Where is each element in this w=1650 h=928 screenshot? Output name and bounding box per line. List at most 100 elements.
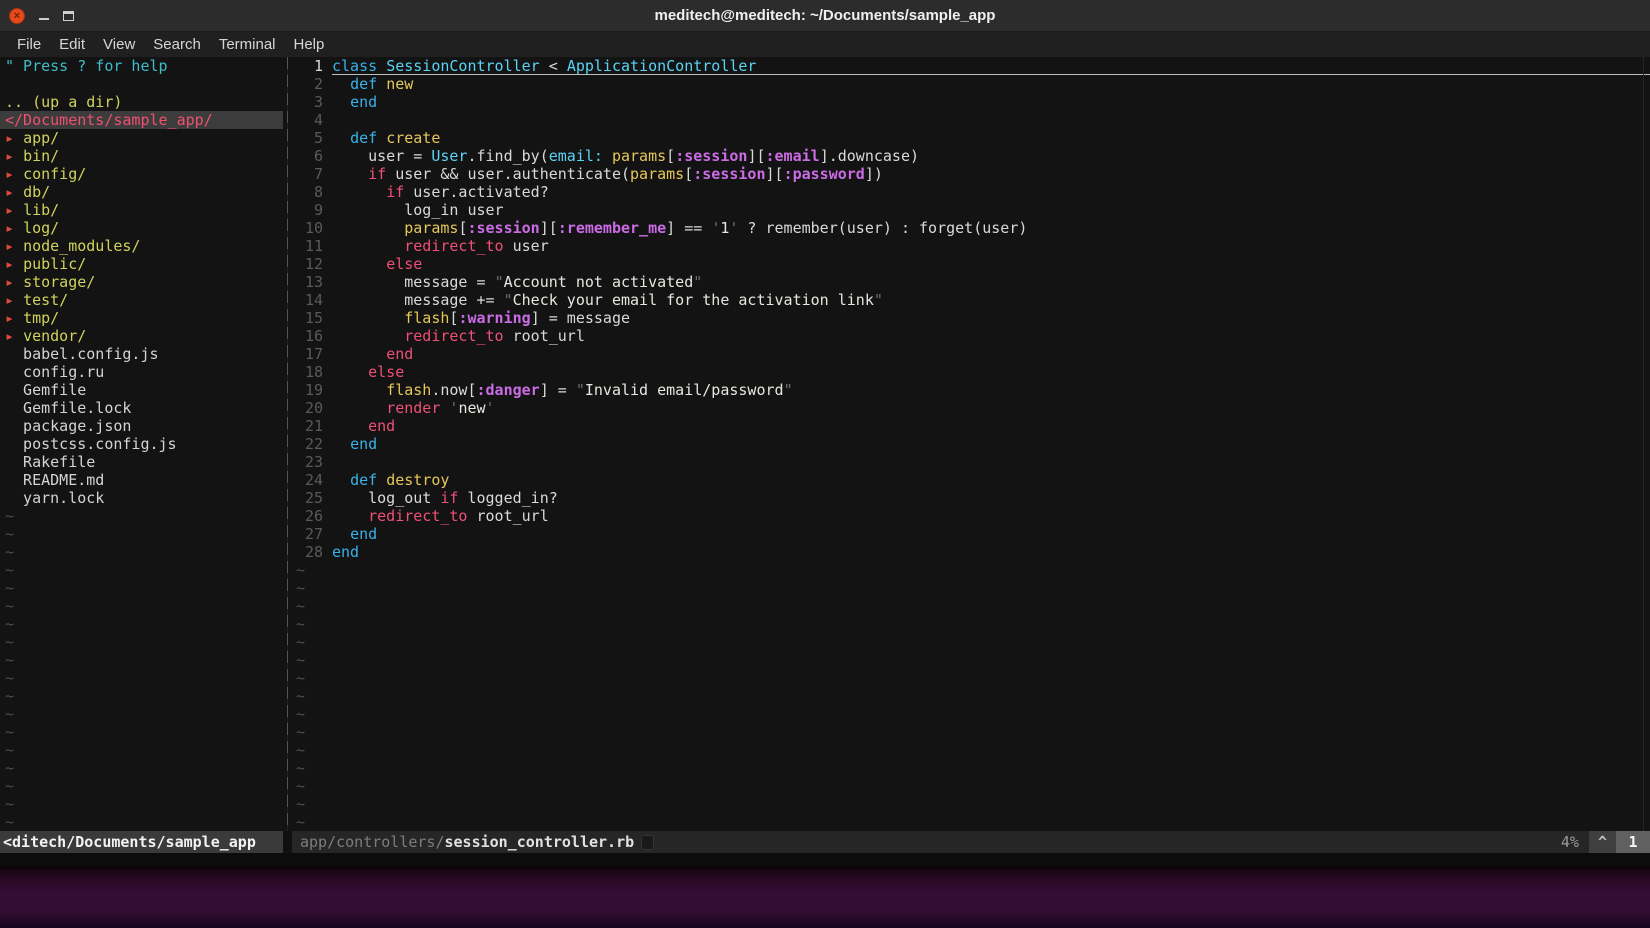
code-line-2[interactable]: 2 def new: [296, 75, 1650, 93]
token-dir: public/: [23, 255, 86, 273]
token-arrow: ▸: [5, 291, 23, 309]
tree-dir-log[interactable]: ▸ log/: [0, 219, 283, 237]
tree-dir-node-modules[interactable]: ▸ node_modules/: [0, 237, 283, 255]
tree-file-postcss-config-js[interactable]: postcss.config.js: [0, 435, 283, 453]
tree-root[interactable]: </Documents/sample_app/: [0, 111, 283, 129]
tree-dir-lib[interactable]: ▸ lib/: [0, 201, 283, 219]
token-arrow: ▸: [5, 183, 23, 201]
tree-up-dir[interactable]: .. (up a dir): [0, 93, 283, 111]
code-line-11[interactable]: 11 redirect_to user: [296, 237, 1650, 255]
code-line-26[interactable]: 26 redirect_to root_url: [296, 507, 1650, 525]
tree-dir-app[interactable]: ▸ app/: [0, 129, 283, 147]
token-arrow: ▸: [5, 255, 23, 273]
token-tilde: ~: [296, 741, 305, 759]
command-line[interactable]: [0, 853, 1650, 866]
code-line-27[interactable]: 27 end: [296, 525, 1650, 543]
tree-dir-vendor[interactable]: ▸ vendor/: [0, 327, 283, 345]
token-tx: [332, 75, 350, 93]
window-separator[interactable]: [283, 57, 292, 831]
code-line-13[interactable]: 13 message = "Account not activated": [296, 273, 1650, 291]
code-line-14[interactable]: 14 message += "Check your email for the …: [296, 291, 1650, 309]
token-tilde: ~: [5, 813, 14, 831]
token-tilde: ~: [5, 561, 14, 579]
code-line-24[interactable]: 24 def destroy: [296, 471, 1650, 489]
menubar: FileEditViewSearchTerminalHelp: [0, 32, 1650, 57]
tree-file-gemfile[interactable]: Gemfile: [0, 381, 283, 399]
tree-file-rakefile[interactable]: Rakefile: [0, 453, 283, 471]
code-line-20[interactable]: 20 render 'new': [296, 399, 1650, 417]
tree-file-package-json[interactable]: package.json: [0, 417, 283, 435]
code-text: end: [332, 93, 1650, 111]
token-tx: [332, 165, 368, 183]
token-dir: bin/: [23, 147, 59, 165]
code-line-3[interactable]: 3 end: [296, 93, 1650, 111]
code-line-12[interactable]: 12 else: [296, 255, 1650, 273]
nerdtree-tilde: ~: [0, 687, 283, 705]
tree-file-babel-config-js[interactable]: babel.config.js: [0, 345, 283, 363]
code-line-8[interactable]: 8 if user.activated?: [296, 183, 1650, 201]
code-line-23[interactable]: 23: [296, 453, 1650, 471]
tree-dir-public[interactable]: ▸ public/: [0, 255, 283, 273]
menu-item-help[interactable]: Help: [285, 36, 334, 53]
menu-item-search[interactable]: Search: [144, 36, 210, 53]
line-number: 20: [296, 399, 323, 417]
token-arrow: ▸: [5, 309, 23, 327]
scrollbar[interactable]: [1643, 57, 1644, 831]
tree-dir-test[interactable]: ▸ test/: [0, 291, 283, 309]
line-number: 11: [296, 237, 323, 255]
code-line-5[interactable]: 5 def create: [296, 129, 1650, 147]
code-line-10[interactable]: 10 params[:session][:remember_me] == '1'…: [296, 219, 1650, 237]
code-line-9[interactable]: 9 log_in user: [296, 201, 1650, 219]
tree-dir-config[interactable]: ▸ config/: [0, 165, 283, 183]
token-st: new: [458, 399, 485, 417]
tilde-text: ~: [296, 795, 1650, 813]
nerdtree-tilde: ~: [0, 507, 283, 525]
code-line-28[interactable]: 28end: [296, 543, 1650, 561]
token-sy: :warning: [458, 309, 530, 327]
token-arrow: ▸: [5, 273, 23, 291]
tree-blank[interactable]: [0, 75, 283, 93]
menu-item-file[interactable]: File: [8, 36, 50, 53]
code-line-25[interactable]: 25 log_out if logged_in?: [296, 489, 1650, 507]
code-line-7[interactable]: 7 if user && user.authenticate(params[:s…: [296, 165, 1650, 183]
code-text: def destroy: [332, 471, 1650, 489]
code-text: def create: [332, 129, 1650, 147]
code-line-18[interactable]: 18 else: [296, 363, 1650, 381]
token-me: new: [386, 75, 413, 93]
tree-help[interactable]: " Press ? for help: [0, 57, 283, 75]
nerdtree-panel[interactable]: " Press ? for help .. (up a dir)</Documen…: [0, 57, 283, 831]
line-number: 27: [296, 525, 323, 543]
code-line-22[interactable]: 22 end: [296, 435, 1650, 453]
code-line-16[interactable]: 16 redirect_to root_url: [296, 327, 1650, 345]
code-line-19[interactable]: 19 flash.now[:danger] = "Invalid email/p…: [296, 381, 1650, 399]
code-line-1[interactable]: 1class SessionController < ApplicationCo…: [296, 57, 1650, 75]
token-st: Invalid email/password: [585, 381, 784, 399]
line-number: 1: [296, 57, 323, 75]
token-me: params: [630, 165, 684, 183]
line-number: 19: [296, 381, 323, 399]
code-line-21[interactable]: 21 end: [296, 417, 1650, 435]
token-file: yarn.lock: [5, 489, 104, 507]
token-tx: user: [504, 237, 549, 255]
code-line-15[interactable]: 15 flash[:warning] = message: [296, 309, 1650, 327]
code-line-6[interactable]: 6 user = User.find_by(email: params[:ses…: [296, 147, 1650, 165]
tree-dir-tmp[interactable]: ▸ tmp/: [0, 309, 283, 327]
tree-file-yarn-lock[interactable]: yarn.lock: [0, 489, 283, 507]
line-number: 17: [296, 345, 323, 363]
code-line-4[interactable]: 4: [296, 111, 1650, 129]
token-dir: app/: [23, 129, 59, 147]
menu-item-edit[interactable]: Edit: [50, 36, 94, 53]
token-tx: [332, 399, 386, 417]
tree-file-readme-md[interactable]: README.md: [0, 471, 283, 489]
editor-panel[interactable]: 1class SessionController < ApplicationCo…: [292, 57, 1650, 831]
menu-item-terminal[interactable]: Terminal: [210, 36, 285, 53]
line-number: 12: [296, 255, 323, 273]
tree-dir-bin[interactable]: ▸ bin/: [0, 147, 283, 165]
line-number: 24: [296, 471, 323, 489]
tree-dir-storage[interactable]: ▸ storage/: [0, 273, 283, 291]
tree-file-gemfile-lock[interactable]: Gemfile.lock: [0, 399, 283, 417]
tree-dir-db[interactable]: ▸ db/: [0, 183, 283, 201]
menu-item-view[interactable]: View: [94, 36, 144, 53]
tree-file-config-ru[interactable]: config.ru: [0, 363, 283, 381]
code-line-17[interactable]: 17 end: [296, 345, 1650, 363]
